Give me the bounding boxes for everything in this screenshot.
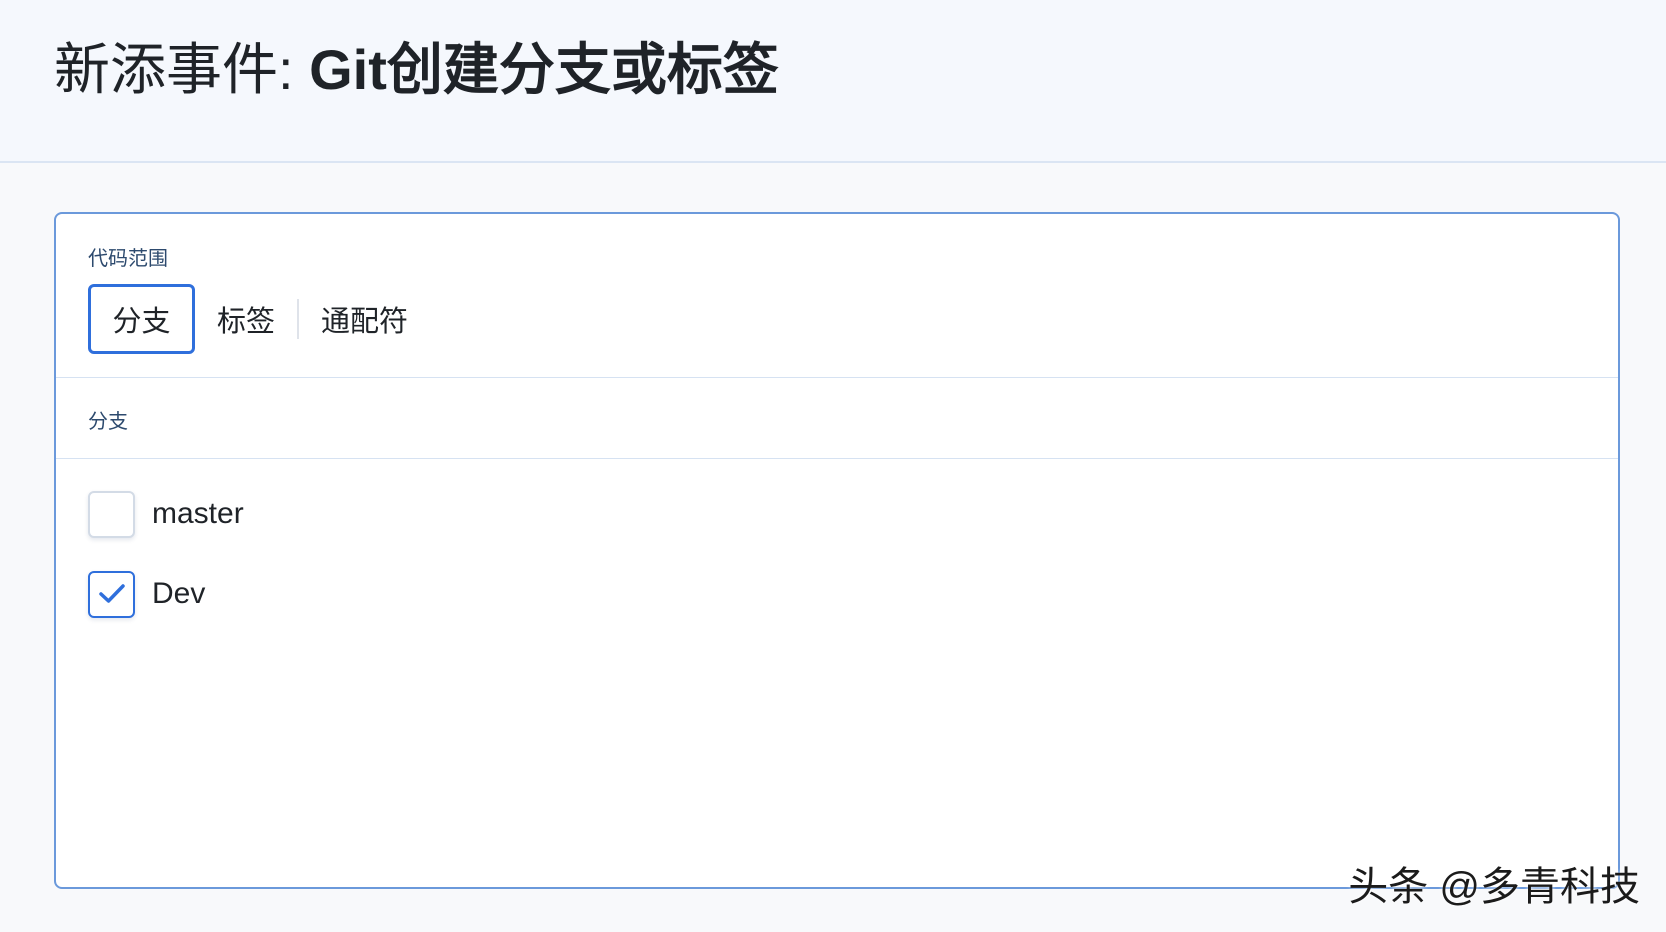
branch-list: master Dev bbox=[88, 490, 244, 650]
branch-row-dev[interactable]: Dev bbox=[88, 570, 244, 618]
event-name: Git创建分支或标签 bbox=[309, 38, 779, 101]
branch-name-master: master bbox=[152, 497, 244, 530]
branch-section-label: 分支 bbox=[88, 411, 128, 433]
code-scope-section: 代码范围 分支 标签 通配符 bbox=[56, 214, 1618, 378]
event-config-card: 代码范围 分支 标签 通配符 分支 master Dev bbox=[54, 212, 1620, 889]
branch-name-dev: Dev bbox=[152, 577, 206, 610]
page-title-prefix: 新添事件: bbox=[54, 38, 310, 101]
branch-row-master[interactable]: master bbox=[88, 490, 244, 538]
watermark: 头条 @多青科技 bbox=[1348, 865, 1640, 909]
branch-section-header: 分支 bbox=[56, 377, 1618, 459]
branch-checkbox-master[interactable] bbox=[88, 490, 135, 538]
scope-option-tag[interactable]: 标签 bbox=[195, 284, 297, 354]
code-scope-segmented-control: 分支 标签 通配符 bbox=[88, 284, 430, 354]
branch-checkbox-dev[interactable] bbox=[88, 570, 135, 618]
scope-option-branch[interactable]: 分支 bbox=[88, 284, 195, 354]
page-header: 新添事件: Git创建分支或标签 bbox=[0, 0, 1666, 163]
scope-option-wildcard[interactable]: 通配符 bbox=[299, 284, 430, 354]
code-scope-label: 代码范围 bbox=[88, 248, 168, 270]
page-title: 新添事件: Git创建分支或标签 bbox=[54, 36, 779, 104]
checkmark-icon bbox=[98, 584, 125, 603]
